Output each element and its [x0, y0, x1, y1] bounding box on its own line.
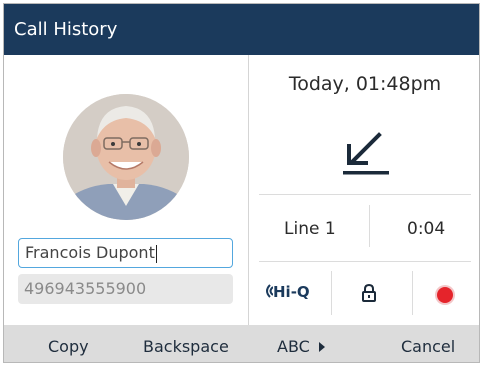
chevron-right-icon	[318, 342, 325, 352]
hiq-badge: Hi-Q	[261, 283, 310, 301]
lock-icon	[362, 283, 376, 302]
contact-name-value: Francois Dupont	[25, 243, 155, 262]
record-icon	[437, 287, 453, 303]
line-duration-separator	[369, 205, 370, 247]
abc-label: ABC	[277, 337, 310, 356]
call-datetime: Today, 01:48pm	[288, 73, 442, 95]
softkey-bar: Copy Backspace ABC Cancel	[4, 325, 479, 362]
contact-photo-icon	[63, 94, 189, 220]
hiq-label: Hi-Q	[273, 283, 310, 301]
lock-record-separator	[412, 271, 413, 315]
avatar	[63, 94, 189, 220]
text-caret	[155, 244, 157, 263]
contact-name-input[interactable]: Francois Dupont	[18, 238, 233, 268]
contact-panel: Francois Dupont 496943555900	[4, 55, 248, 325]
hiq-lock-separator	[331, 271, 332, 315]
call-line: Line 1	[284, 219, 336, 239]
page-title: Call History	[14, 19, 118, 40]
audio-wave-icon	[266, 284, 274, 298]
call-details-panel: Today, 01:48pm Line 1 0:04 Hi-Q	[249, 55, 479, 325]
copy-button[interactable]: Copy	[48, 337, 89, 356]
phone-screen: Call History Francois Dupont 49694355590…	[3, 3, 480, 363]
contact-number-field[interactable]: 496943555900	[18, 274, 233, 304]
title-bar: Call History	[4, 4, 479, 55]
contact-number-value: 496943555900	[24, 279, 147, 298]
abc-button[interactable]: ABC	[277, 337, 326, 356]
incoming-call-arrow-icon	[343, 132, 389, 175]
details-separator-bottom	[259, 261, 471, 262]
backspace-button[interactable]: Backspace	[143, 337, 229, 356]
call-duration: 0:04	[407, 219, 446, 239]
cancel-button[interactable]: Cancel	[401, 337, 455, 356]
details-separator-top	[259, 194, 471, 195]
